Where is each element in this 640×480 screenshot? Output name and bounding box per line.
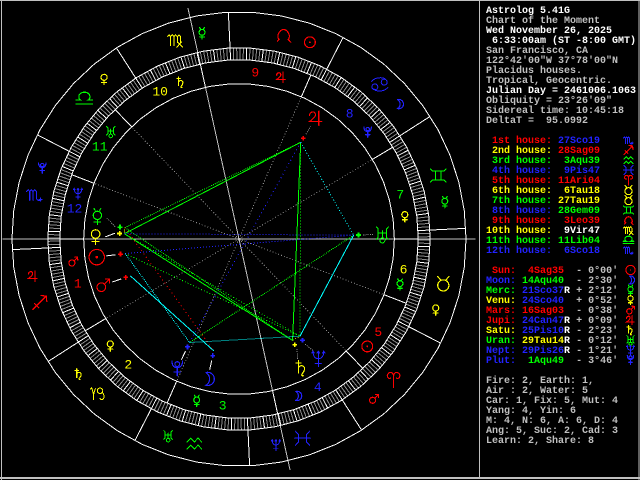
svg-text:10: 10 xyxy=(152,85,168,100)
svg-text:9: 9 xyxy=(251,66,259,81)
svg-text:6: 6 xyxy=(400,263,408,278)
svg-text:5: 5 xyxy=(374,325,382,340)
svg-text:11: 11 xyxy=(92,140,108,155)
svg-text:2: 2 xyxy=(124,358,132,373)
svg-text:7: 7 xyxy=(396,188,404,203)
svg-text:8: 8 xyxy=(346,107,354,122)
svg-text:3: 3 xyxy=(219,399,227,414)
svg-text:1: 1 xyxy=(74,277,82,292)
svg-text:12: 12 xyxy=(67,202,83,217)
svg-text:4: 4 xyxy=(314,380,322,395)
